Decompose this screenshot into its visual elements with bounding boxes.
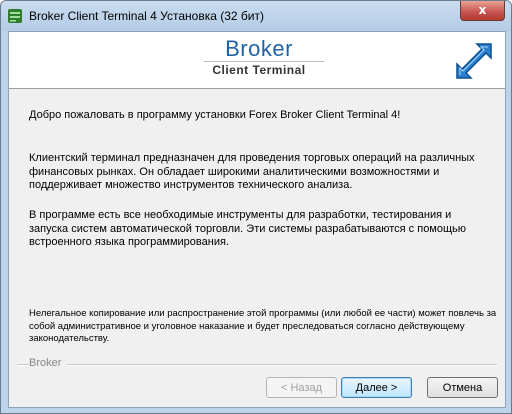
window-title: Broker Client Terminal 4 Установка (32 б… [29, 9, 264, 23]
installer-body: Broker Client Terminal Добро пожаловать … [8, 31, 506, 408]
description-paragraph-1: Клиентский терминал предназначен для про… [29, 152, 475, 191]
brand-subtitle: Client Terminal [212, 63, 306, 77]
close-button[interactable]: x [460, 1, 505, 21]
title-bar[interactable]: Broker Client Terminal 4 Установка (32 б… [1, 1, 511, 31]
description-paragraph-2: В программе есть все необходимые инструм… [29, 209, 467, 248]
back-button[interactable]: < Назад [266, 377, 337, 398]
welcome-text: Добро пожаловать в программу установки F… [29, 109, 401, 121]
app-icon [8, 9, 22, 23]
legal-notice: Нелегальное копирование или распростране… [29, 308, 497, 344]
next-button[interactable]: Далее > [341, 377, 412, 398]
footer-divider [17, 364, 497, 366]
arrows-logo-icon [456, 43, 492, 79]
footer-group-label: Broker [29, 357, 68, 369]
installer-window: Broker Client Terminal 4 Установка (32 б… [0, 0, 512, 414]
installer-header: Broker Client Terminal [9, 32, 505, 89]
cancel-button[interactable]: Отмена [427, 377, 498, 398]
brand-underline [204, 61, 324, 62]
brand-name: Broker [225, 36, 293, 61]
brand-logo: Broker Client Terminal [199, 36, 319, 78]
